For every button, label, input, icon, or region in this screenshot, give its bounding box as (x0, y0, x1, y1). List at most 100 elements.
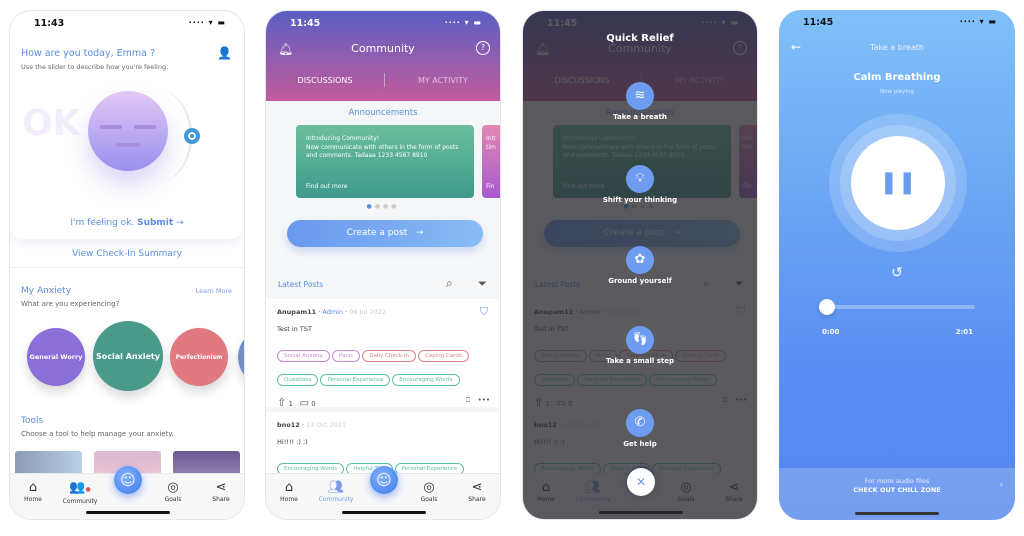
quick-relief-label: Shift your thinking (602, 196, 678, 204)
carousel-dots: ●●●● (366, 203, 400, 210)
submit-button[interactable]: Submit (137, 218, 173, 228)
overlay-title: Quick Relief (606, 33, 674, 44)
footsteps-icon: 👣︎ (626, 326, 654, 354)
announcement-card-next-link[interactable]: Fin (486, 183, 494, 192)
greeting-subtitle: Use the slider to describe how you're fe… (21, 63, 169, 71)
find-out-more-link[interactable]: Find out more (306, 183, 347, 192)
shield-check-icon: ⛉ (479, 305, 488, 318)
checkin-face-button[interactable]: ☺ (114, 466, 142, 494)
page-title: Take a breath (870, 43, 924, 52)
quick-relief-item[interactable]: 💡︎ Shift your thinking (523, 165, 757, 204)
tag[interactable]: Encouraging Words (392, 374, 460, 386)
post-card[interactable]: Anupam11 · Admin · 06 Jul 2022 ⛉ Test in… (266, 299, 500, 409)
home-icon: ⌂ (284, 480, 294, 495)
anxiety-item-partial[interactable] (238, 328, 244, 386)
anxiety-social-anxiety[interactable]: Social Anxiety (93, 321, 163, 391)
page-title: Community (351, 42, 415, 55)
target-icon: ◎ (167, 480, 179, 495)
announcement-card[interactable]: Introducing Community! Now communicate w… (296, 125, 474, 198)
quick-relief-label: Take a small step (605, 357, 675, 365)
tag[interactable]: Coping Cards (418, 350, 469, 362)
signal-battery-icon: ···· ▾ ▬ (959, 17, 997, 26)
home-indicator (86, 511, 170, 514)
quick-relief-item[interactable]: ✆ Get help (523, 409, 757, 448)
chill-zone-banner[interactable]: For more audio files CHECK OUT CHILL ZON… (779, 468, 1015, 520)
checkin-face-button[interactable]: ☺ (370, 466, 398, 494)
community-icon: 👥● (69, 480, 91, 495)
home-indicator (342, 511, 426, 514)
phone-icon: ✆ (626, 409, 654, 437)
track-status: Now playing (880, 89, 914, 95)
tab-home[interactable]: ⌂Home (13, 480, 53, 503)
quick-relief-label: Get help (623, 440, 657, 448)
submit-row[interactable]: I'm feeling ok. Submit → (10, 218, 244, 228)
profile-icon[interactable]: 👤 (217, 46, 232, 60)
my-anxiety-title: My Anxiety (21, 286, 72, 296)
latest-posts-title: Latest Posts (278, 280, 324, 289)
home-icon: ⌂ (28, 480, 38, 495)
pause-button[interactable]: ❚❚ (851, 136, 945, 230)
search-icon[interactable]: ⌕ (446, 276, 453, 291)
lightbulb-icon: 💡︎ (626, 165, 654, 193)
plant-icon: ✿ (626, 246, 654, 274)
anxiety-perfectionism[interactable]: Perfectionism (170, 328, 228, 386)
checkin-screen: 11:43 ···· ▾ ▬ How are you today, Emma ? … (9, 10, 245, 520)
community-icon: 👥︎ (327, 480, 345, 495)
community-screen: 11:45 ···· ▾ ▬ 🔔︎ Community ? DISCUSSIONS… (265, 10, 501, 520)
tab-discussions[interactable]: DISCUSSIONS (266, 76, 384, 85)
help-icon[interactable]: ? (476, 41, 490, 55)
announcement-card-next-text: Intr tim (486, 135, 497, 151)
quick-relief-item[interactable]: ≋ Take a breath (523, 82, 757, 121)
bookmark-icon[interactable]: ⎕ (466, 396, 470, 405)
share-icon: ⋖ (471, 480, 483, 495)
tag[interactable]: Social Anxiety (277, 350, 330, 362)
tab-community[interactable]: 👥︎Community (316, 480, 356, 503)
upvote-icon[interactable]: ⇧ (277, 396, 286, 409)
chevron-right-icon: › (999, 480, 1003, 489)
mood-slider-knob[interactable] (184, 128, 200, 144)
more-icon[interactable]: ••• (478, 396, 490, 404)
quick-relief-label: Ground yourself (608, 277, 672, 285)
mood-word: OK (22, 103, 81, 144)
quick-relief-item[interactable]: 👣︎ Take a small step (523, 326, 757, 365)
target-icon: ◎ (423, 480, 435, 495)
quick-relief-screen: 11:45···· ▾ ▬ 🔔︎ Community ? DISCUSSIONS… (522, 10, 758, 520)
view-summary-link[interactable]: View Check-In Summary (10, 249, 244, 259)
tag[interactable]: Daily Check-In (362, 350, 417, 362)
tab-bar: ⌂Home 👥︎Community ☺ ◎Goals ⋖Share (266, 466, 500, 519)
filter-icon[interactable]: ⏷ (478, 277, 487, 291)
progress-track[interactable] (827, 305, 975, 309)
learn-more-link[interactable]: Learn More (196, 287, 232, 295)
announcement-card-next[interactable]: Intr tim Fin (482, 125, 500, 198)
tag[interactable]: Personal Experience (320, 374, 391, 386)
tab-home[interactable]: ⌂Home (269, 480, 309, 503)
tools-subtitle: Choose a tool to help manage your anxiet… (21, 430, 174, 438)
replay-icon[interactable]: ↺ (779, 265, 1015, 281)
create-post-button[interactable]: Create a post → (287, 220, 483, 247)
tag[interactable]: Questions (277, 374, 319, 386)
tab-share[interactable]: ⋖Share (457, 480, 497, 503)
banner-line2: CHECK OUT CHILL ZONE (853, 486, 941, 494)
greeting: How are you today, Emma ? (21, 48, 156, 59)
share-icon: ⋖ (215, 480, 227, 495)
tools-title: Tools (21, 416, 44, 426)
mood-slider-track[interactable] (120, 89, 192, 183)
comment-icon[interactable]: ▭ (300, 398, 309, 409)
tab-my-activity[interactable]: MY ACTIVITY (384, 76, 500, 85)
tab-goals[interactable]: ◎Goals (409, 480, 449, 503)
tab-share[interactable]: ⋖Share (201, 480, 241, 503)
tab-community[interactable]: 👥● Community (60, 480, 100, 505)
track-title: Calm Breathing (853, 72, 941, 83)
banner-line1: For more audio files (864, 477, 930, 485)
close-icon[interactable]: ✕ (627, 468, 655, 496)
tab-goals[interactable]: ◎Goals (153, 480, 193, 503)
progress-knob[interactable] (819, 299, 835, 315)
tag[interactable]: Panic (331, 350, 361, 362)
quick-relief-item[interactable]: ✿ Ground yourself (523, 246, 757, 285)
duration-time: 2:01 (955, 328, 973, 336)
anxiety-general-worry[interactable]: General Worry (27, 328, 85, 386)
tab-bar: ⌂ Home 👥● Community ☺ ◎ Goals ⋖ Share (10, 466, 244, 519)
player-screen: 11:45 ···· ▾ ▬ ← Take a breath Calm Breat… (779, 10, 1015, 520)
elapsed-time: 0:00 (822, 328, 840, 336)
home-indicator (855, 512, 939, 515)
